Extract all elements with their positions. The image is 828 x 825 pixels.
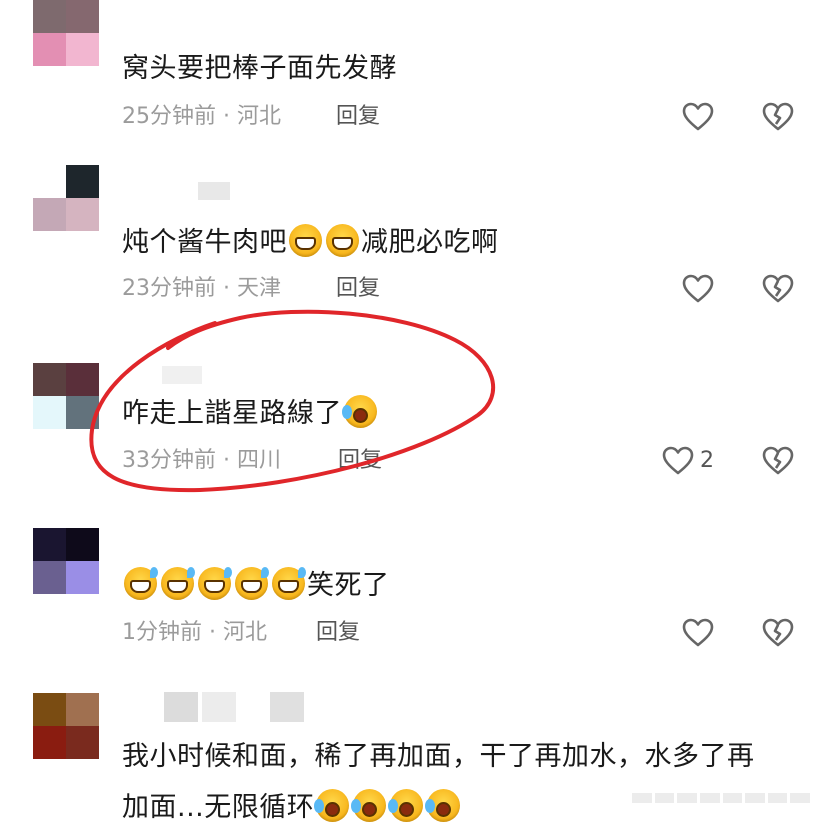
- grin-sweat-emoji-icon: [235, 567, 269, 600]
- grin-sweat-emoji-icon: [161, 567, 195, 600]
- avatar[interactable]: [33, 165, 99, 231]
- heart-outline-icon[interactable]: [681, 616, 715, 650]
- like-count: 2: [700, 448, 714, 473]
- comment-location: 四川: [236, 448, 281, 473]
- heart-outline-icon[interactable]: [661, 444, 695, 478]
- comment-text: 窝头要把棒子面先发酵: [122, 53, 397, 84]
- avatar[interactable]: [33, 0, 99, 66]
- crying-laughing-emoji-icon: [314, 789, 350, 822]
- avatar[interactable]: [33, 528, 99, 594]
- broken-heart-icon[interactable]: [761, 444, 795, 478]
- grin-emoji-icon: [289, 224, 322, 257]
- comment-meta: 1分钟前 · 河北: [122, 620, 267, 645]
- reply-button[interactable]: 回复: [336, 275, 380, 303]
- reply-button[interactable]: 回复: [338, 447, 382, 475]
- username-redacted: [122, 692, 304, 722]
- comment-time: 1分钟前: [122, 620, 202, 645]
- comment-time: 25分钟前: [122, 104, 216, 129]
- comment-text: 咋走上諧星路線了: [122, 395, 379, 431]
- comment-location: 河北: [236, 104, 281, 129]
- comment-meta: 33分钟前 · 四川: [122, 448, 281, 473]
- comment-time: 23分钟前: [122, 276, 216, 301]
- watermark-redacted: [632, 793, 810, 803]
- heart-outline-icon[interactable]: [681, 100, 715, 134]
- grin-sweat-emoji-icon: [124, 567, 158, 600]
- heart-outline-icon[interactable]: [681, 272, 715, 306]
- grin-sweat-emoji-icon: [198, 567, 232, 600]
- crying-laughing-emoji-icon: [388, 789, 424, 822]
- crying-laughing-emoji-icon: [425, 789, 461, 822]
- comment-text: 炖个酱牛肉吧 减肥必吃啊: [122, 224, 499, 260]
- avatar[interactable]: [33, 363, 99, 429]
- broken-heart-icon[interactable]: [761, 100, 795, 134]
- comment-meta: 23分钟前 · 天津: [122, 276, 281, 301]
- comment-meta: 25分钟前 · 河北: [122, 104, 281, 129]
- comment-text-line-1: 我小时候和面，稀了再加面，干了再加水，水多了再: [122, 741, 755, 772]
- comment-text: 笑死了: [122, 567, 390, 603]
- comment-location: 天津: [236, 276, 281, 301]
- comment-time: 33分钟前: [122, 448, 216, 473]
- username-redacted: [122, 366, 202, 384]
- comment-item: 窝头要把棒子面先发酵 25分钟前 · 河北 回复: [0, 0, 828, 160]
- grin-emoji-icon: [326, 224, 359, 257]
- broken-heart-icon[interactable]: [761, 616, 795, 650]
- grin-sweat-emoji-icon: [272, 567, 306, 600]
- reply-button[interactable]: 回复: [316, 619, 360, 647]
- broken-heart-icon[interactable]: [761, 272, 795, 306]
- username-redacted: [122, 182, 230, 200]
- avatar[interactable]: [33, 693, 99, 759]
- reply-button[interactable]: 回复: [336, 103, 380, 131]
- comment-location: 河北: [222, 620, 267, 645]
- crying-laughing-emoji-icon: [342, 395, 377, 428]
- crying-laughing-emoji-icon: [351, 789, 387, 822]
- comment-text-line-2: 加面...无限循环: [122, 789, 462, 825]
